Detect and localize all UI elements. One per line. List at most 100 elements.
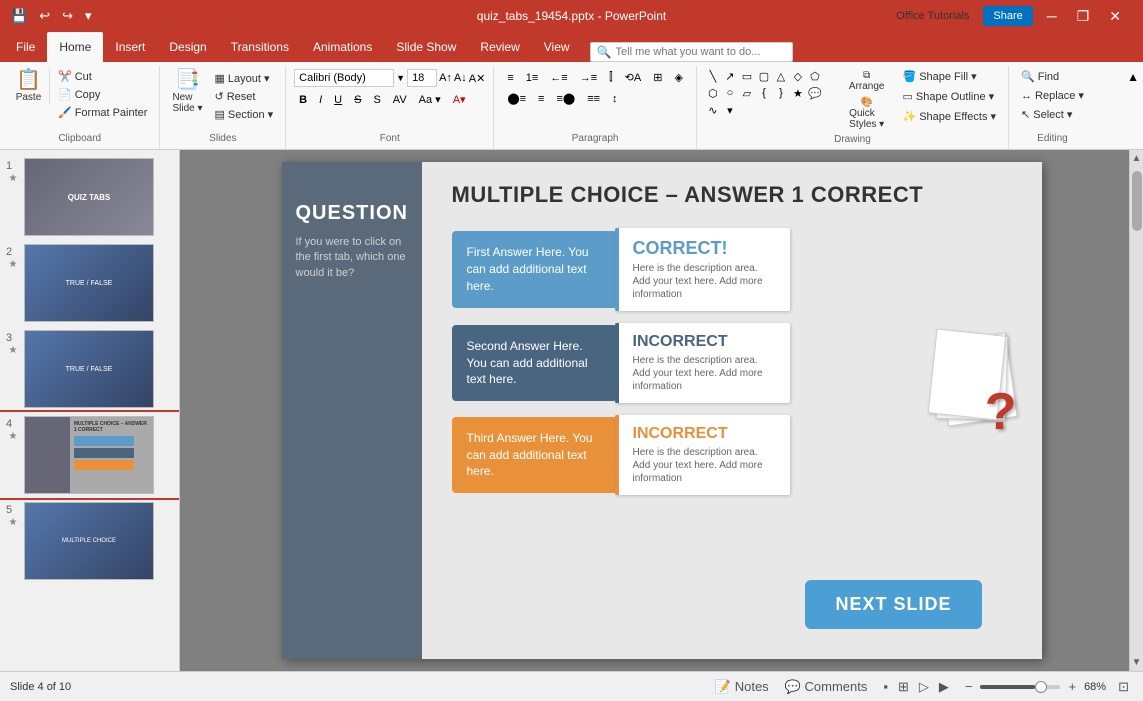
tab-slideshow[interactable]: Slide Show bbox=[384, 32, 468, 62]
save-icon[interactable]: 💾 bbox=[8, 6, 30, 26]
copy-button[interactable]: 📄 Copy bbox=[54, 86, 151, 103]
arrange-button[interactable]: ⧉ Arrange bbox=[843, 68, 891, 94]
font-color-button[interactable]: A▾ bbox=[448, 91, 471, 108]
notes-button[interactable]: 📝 Notes bbox=[711, 677, 773, 697]
restore-button[interactable]: ❐ bbox=[1071, 6, 1096, 27]
align-right-button[interactable]: ≡⬤ bbox=[551, 90, 580, 107]
replace-button[interactable]: ↔ Replace ▾ bbox=[1017, 87, 1088, 104]
answer-box-3[interactable]: Third Answer Here. You can add additiona… bbox=[452, 417, 617, 493]
change-case-button[interactable]: Aa ▾ bbox=[414, 91, 446, 108]
text-direction-button[interactable]: ⟲A bbox=[620, 69, 647, 86]
font-size-input[interactable] bbox=[407, 69, 437, 87]
tab-transitions[interactable]: Transitions bbox=[219, 32, 301, 62]
section-button[interactable]: ▤ Section ▾ bbox=[211, 106, 278, 123]
shape-effects-button[interactable]: ✨ Shape Effects ▾ bbox=[898, 108, 1000, 125]
smartart-button[interactable]: ◈ bbox=[669, 69, 687, 86]
slide-item-4[interactable]: 4 ★ MULTIPLE CHOICE – ANSWER 1 CORRECT bbox=[0, 412, 179, 498]
strikethrough-button[interactable]: S bbox=[349, 92, 366, 108]
select-button[interactable]: ↖ Select ▾ bbox=[1017, 106, 1076, 123]
shape-more[interactable]: ▾ bbox=[722, 102, 738, 118]
align-left-button[interactable]: ⬤≡ bbox=[502, 90, 531, 107]
customize-qat-icon[interactable]: ▾ bbox=[82, 6, 95, 26]
slideshow-icon[interactable]: ▶ bbox=[935, 677, 953, 697]
justify-button[interactable]: ≡≡ bbox=[582, 91, 605, 107]
next-slide-button[interactable]: NEXT SLIDE bbox=[805, 580, 981, 629]
zoom-slider[interactable] bbox=[980, 685, 1060, 689]
help-search-input[interactable] bbox=[616, 46, 786, 58]
find-button[interactable]: 🔍 Find bbox=[1017, 68, 1063, 85]
redo-icon[interactable]: ↪ bbox=[59, 6, 76, 26]
scroll-thumb[interactable] bbox=[1132, 171, 1142, 231]
scroll-down-arrow[interactable]: ▼ bbox=[1129, 654, 1143, 671]
paste-button[interactable]: 📋 Paste bbox=[8, 68, 50, 105]
zoom-in-icon[interactable]: + bbox=[1064, 677, 1080, 696]
help-search[interactable]: 🔍 bbox=[590, 42, 793, 62]
shape-fill-button[interactable]: 🪣 Shape Fill ▾ bbox=[898, 68, 1000, 85]
tab-view[interactable]: View bbox=[532, 32, 582, 62]
zoom-thumb[interactable] bbox=[1035, 681, 1047, 693]
font-name-input[interactable] bbox=[294, 69, 394, 87]
increase-indent-button[interactable]: →≡ bbox=[575, 70, 602, 86]
italic-button[interactable]: I bbox=[314, 92, 327, 108]
shape-brace[interactable]: } bbox=[773, 85, 789, 101]
answer-box-1[interactable]: First Answer Here. You can add additiona… bbox=[452, 231, 617, 307]
shape-diamond[interactable]: ◇ bbox=[790, 68, 806, 84]
shape-parallelogram[interactable]: ▱ bbox=[739, 85, 755, 101]
ribbon-collapse[interactable]: ▲ bbox=[1123, 66, 1143, 149]
undo-icon[interactable]: ↩ bbox=[36, 6, 53, 26]
answer-box-2[interactable]: Second Answer Here. You can add addition… bbox=[452, 325, 617, 401]
decrease-indent-button[interactable]: ←≡ bbox=[545, 70, 572, 86]
tab-animations[interactable]: Animations bbox=[301, 32, 384, 62]
cut-button[interactable]: ✂️ Cut bbox=[54, 68, 151, 85]
office-tutorials-link[interactable]: Office Tutorials bbox=[890, 6, 975, 26]
tab-review[interactable]: Review bbox=[468, 32, 531, 62]
tab-design[interactable]: Design bbox=[157, 32, 218, 62]
shape-round-rect[interactable]: ▢ bbox=[756, 68, 772, 84]
shape-rect[interactable]: ▭ bbox=[739, 68, 755, 84]
slide-item-5[interactable]: 5 ★ MULTIPLE CHOICE bbox=[0, 498, 179, 584]
minimize-button[interactable]: ─ bbox=[1041, 6, 1063, 26]
shape-callout[interactable]: 💬 bbox=[807, 85, 823, 101]
clear-format-icon[interactable]: A✕ bbox=[469, 72, 486, 85]
line-spacing-button[interactable]: ↕ bbox=[607, 91, 623, 107]
numbering-button[interactable]: 1≡ bbox=[521, 70, 544, 86]
scroll-up-arrow[interactable]: ▲ bbox=[1129, 150, 1143, 167]
character-spacing-button[interactable]: AV bbox=[388, 92, 412, 108]
close-button[interactable]: ✕ bbox=[1103, 6, 1127, 27]
shape-bracket[interactable]: { bbox=[756, 85, 772, 101]
comments-button[interactable]: 💬 Comments bbox=[781, 677, 872, 697]
collapse-icon[interactable]: ▲ bbox=[1127, 70, 1139, 84]
shape-line[interactable]: ╲ bbox=[705, 68, 721, 84]
bullets-button[interactable]: ≡ bbox=[502, 70, 518, 86]
quick-styles-button[interactable]: 🎨 QuickStyles ▾ bbox=[843, 95, 891, 132]
shape-triangle[interactable]: △ bbox=[773, 68, 789, 84]
shape-outline-button[interactable]: ▭ Shape Outline ▾ bbox=[898, 88, 1000, 105]
columns-button[interactable]: ⫿ bbox=[604, 69, 618, 86]
bold-button[interactable]: B bbox=[294, 92, 312, 108]
slide-item-1[interactable]: 1 ★ QUIZ TABS bbox=[0, 154, 179, 240]
font-name-dropdown-icon[interactable]: ▼ bbox=[396, 73, 405, 83]
tab-home[interactable]: Home bbox=[47, 32, 103, 62]
fit-window-icon[interactable]: ⊡ bbox=[1114, 677, 1133, 697]
increase-font-icon[interactable]: A↑ bbox=[439, 72, 452, 84]
slide-item-3[interactable]: 3 ★ TRUE / FALSE bbox=[0, 326, 179, 412]
shape-oval[interactable]: ○ bbox=[722, 85, 738, 101]
share-button[interactable]: Share bbox=[983, 6, 1032, 26]
align-center-button[interactable]: ≡ bbox=[533, 91, 549, 107]
align-text-button[interactable]: ⊞ bbox=[648, 69, 667, 86]
shape-curve[interactable]: ∿ bbox=[705, 102, 721, 118]
format-painter-button[interactable]: 🖌️ Format Painter bbox=[54, 104, 151, 121]
vertical-scrollbar[interactable]: ▲ ▼ bbox=[1129, 150, 1143, 671]
layout-button[interactable]: ▦ Layout ▾ bbox=[211, 70, 278, 87]
slide-sorter-icon[interactable]: ⊞ bbox=[894, 677, 913, 697]
underline-button[interactable]: U bbox=[329, 92, 347, 108]
shadow-button[interactable]: S bbox=[368, 92, 385, 108]
decrease-font-icon[interactable]: A↓ bbox=[454, 72, 467, 84]
tab-file[interactable]: File bbox=[4, 32, 47, 62]
reset-button[interactable]: ↺ Reset bbox=[211, 88, 278, 105]
shape-hexagon[interactable]: ⬡ bbox=[705, 85, 721, 101]
shape-star[interactable]: ★ bbox=[790, 85, 806, 101]
shape-pentagon[interactable]: ⬠ bbox=[807, 68, 823, 84]
reading-view-icon[interactable]: ▷ bbox=[915, 677, 933, 697]
zoom-out-icon[interactable]: − bbox=[961, 677, 977, 696]
